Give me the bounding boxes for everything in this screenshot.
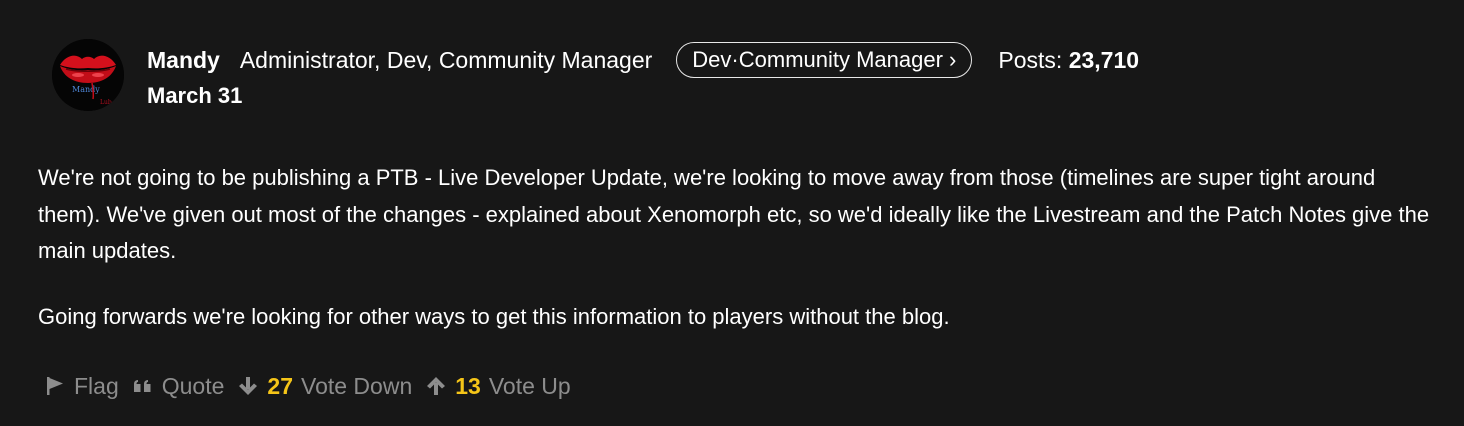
author-name[interactable]: Mandy <box>147 47 220 74</box>
avatar-text-1: Mandy <box>72 85 100 94</box>
avatar[interactable]: Mandy Lub <box>52 39 124 111</box>
arrow-up-icon <box>425 375 447 397</box>
flag-label: Flag <box>74 372 119 399</box>
comment-post: Mandy Lub Mandy Administrator, Dev, Comm… <box>0 0 1464 426</box>
post-body: We're not going to be publishing a PTB -… <box>38 160 1438 335</box>
posts-count: 23,710 <box>1068 46 1140 73</box>
post-date[interactable]: March 31 <box>147 83 242 109</box>
vote-up-label: Vote Up <box>488 372 571 399</box>
quote-label: Quote <box>161 372 225 399</box>
author-roles: Administrator, Dev, Community Manager <box>239 46 653 73</box>
vote-down-label: Vote Down <box>301 372 413 399</box>
vote-down-button[interactable]: 27 Vote Down <box>237 373 412 400</box>
post-paragraph: We're not going to be publishing a PTB -… <box>38 165 1430 263</box>
posts-label: Posts: <box>998 46 1063 73</box>
post-count: Posts: 23,710 <box>998 47 1139 74</box>
quote-icon <box>132 375 154 397</box>
flag-icon <box>44 375 66 397</box>
avatar-text-2: Lub <box>100 99 112 106</box>
avatar-lips-image: Mandy Lub <box>52 39 124 111</box>
vote-up-count: 13 <box>455 372 481 399</box>
arrow-down-icon <box>237 375 259 397</box>
quote-button[interactable]: Quote <box>132 372 225 400</box>
flag-button[interactable]: Flag <box>44 373 119 400</box>
rank-badge[interactable]: Dev·Community Manager › <box>676 42 973 78</box>
vote-up-button[interactable]: 13 Vote Up <box>425 372 571 400</box>
author-row: Mandy Administrator, Dev, Community Mana… <box>147 42 1139 78</box>
reaction-bar: Flag Quote 27 Vote Down 13 Vote Up <box>44 368 584 404</box>
post-paragraph: Going forwards we're looking for other w… <box>38 303 950 329</box>
vote-down-count: 27 <box>267 372 293 399</box>
